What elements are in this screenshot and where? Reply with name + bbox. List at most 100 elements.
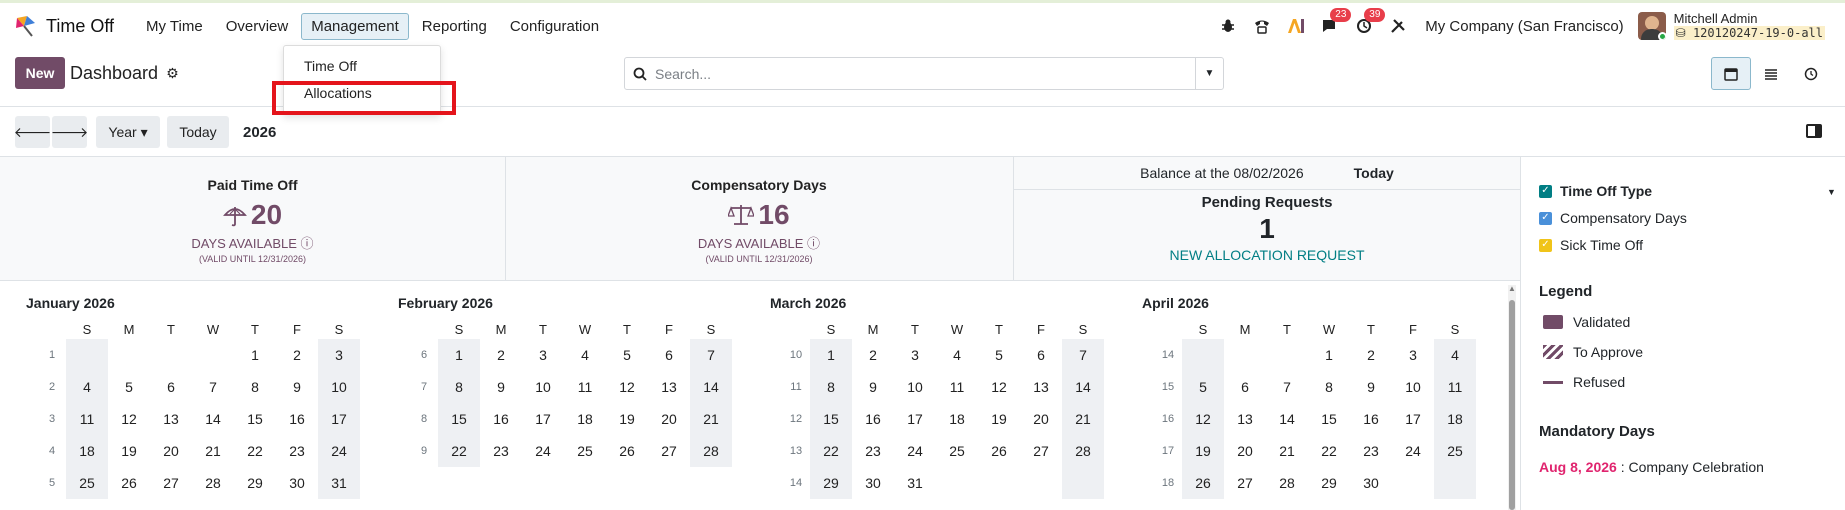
calendar-day[interactable]: 17 bbox=[522, 403, 564, 435]
calendar-day[interactable]: 20 bbox=[1020, 403, 1062, 435]
calendar-day[interactable]: 22 bbox=[1308, 435, 1350, 467]
calendar-day[interactable]: 15 bbox=[810, 403, 852, 435]
calendar-day[interactable]: 24 bbox=[1392, 435, 1434, 467]
calendar-day[interactable]: 19 bbox=[606, 403, 648, 435]
calendar-day[interactable]: 13 bbox=[648, 371, 690, 403]
calendar-view-button[interactable] bbox=[1711, 57, 1751, 90]
calendar-day[interactable]: 6 bbox=[1224, 371, 1266, 403]
calendar-day[interactable]: 21 bbox=[1062, 403, 1104, 435]
help-icon[interactable]: ⓘ bbox=[301, 236, 314, 251]
checkbox-checked-icon[interactable]: ✓ bbox=[1539, 184, 1552, 198]
calendar-day[interactable]: 9 bbox=[1350, 371, 1392, 403]
balance-today-button[interactable]: Today bbox=[1354, 165, 1394, 181]
calendar-day[interactable]: 12 bbox=[1182, 403, 1224, 435]
scale-dropdown[interactable]: Year ▾ bbox=[96, 116, 160, 148]
calendar-day[interactable]: 19 bbox=[108, 435, 150, 467]
calendar-day[interactable]: 27 bbox=[1020, 435, 1062, 467]
activity-view-button[interactable] bbox=[1791, 57, 1831, 90]
calendar-day[interactable]: 14 bbox=[1266, 403, 1308, 435]
calendar-day[interactable]: 8 bbox=[810, 371, 852, 403]
calendar-day[interactable]: 15 bbox=[1308, 403, 1350, 435]
user-menu[interactable]: Mitchell Admin ⛁ 120120247-19-0-all bbox=[1673, 12, 1825, 40]
calendar-day[interactable]: 17 bbox=[894, 403, 936, 435]
help-icon[interactable]: ⓘ bbox=[807, 236, 820, 251]
calendar-day[interactable]: 7 bbox=[192, 371, 234, 403]
menu-management[interactable]: Management bbox=[301, 12, 409, 40]
calendar-day[interactable]: 18 bbox=[1434, 403, 1476, 435]
calendar-day[interactable]: 5 bbox=[606, 339, 648, 371]
calendar-day[interactable]: 6 bbox=[150, 371, 192, 403]
calendar-day[interactable]: 26 bbox=[978, 435, 1020, 467]
activities-clock-icon[interactable]: 39 bbox=[1353, 8, 1386, 37]
filter-sick-time-off[interactable]: ✓ Sick Time Off bbox=[1539, 237, 1643, 253]
previous-button[interactable]: 🡐 bbox=[14, 116, 51, 148]
calendar-day[interactable]: 4 bbox=[1434, 339, 1476, 371]
calendar-day[interactable]: 6 bbox=[1020, 339, 1062, 371]
calendar-day[interactable]: 23 bbox=[480, 435, 522, 467]
calendar-day[interactable]: 13 bbox=[1224, 403, 1266, 435]
calendar-day[interactable]: 28 bbox=[192, 467, 234, 499]
calendar-day[interactable]: 20 bbox=[648, 403, 690, 435]
calendar-day[interactable]: 20 bbox=[1224, 435, 1266, 467]
checkbox-checked-icon[interactable]: ✓ bbox=[1539, 211, 1552, 225]
calendar-day[interactable]: 1 bbox=[234, 339, 276, 371]
dropdown-item-time-off[interactable]: Time Off bbox=[304, 58, 357, 74]
calendar-day[interactable]: 25 bbox=[1434, 435, 1476, 467]
calendar-day[interactable]: 3 bbox=[1392, 339, 1434, 371]
messages-chat-icon[interactable]: 23 bbox=[1319, 8, 1352, 37]
new-allocation-request-link[interactable]: NEW ALLOCATION REQUEST bbox=[1014, 247, 1520, 263]
filter-time-off-type[interactable]: ✓ Time Off Type bbox=[1539, 183, 1652, 199]
calendar-day[interactable]: 18 bbox=[564, 403, 606, 435]
user-avatar[interactable] bbox=[1637, 12, 1666, 40]
calendar-day[interactable]: 12 bbox=[606, 371, 648, 403]
calendar-day[interactable]: 30 bbox=[1350, 467, 1392, 499]
ai-icon[interactable] bbox=[1285, 15, 1307, 37]
calendar-day[interactable]: 11 bbox=[1434, 371, 1476, 403]
calendar-day[interactable]: 29 bbox=[1308, 467, 1350, 499]
calendar-day[interactable]: 1 bbox=[438, 339, 480, 371]
menu-configuration[interactable]: Configuration bbox=[500, 13, 609, 40]
calendar-day[interactable]: 31 bbox=[318, 467, 360, 499]
calendar-day[interactable]: 26 bbox=[606, 435, 648, 467]
calendar-day[interactable]: 29 bbox=[234, 467, 276, 499]
calendar-day[interactable]: 21 bbox=[192, 435, 234, 467]
today-button[interactable]: Today bbox=[167, 116, 229, 148]
debug-bug-icon[interactable] bbox=[1217, 15, 1239, 37]
calendar-day[interactable]: 1 bbox=[810, 339, 852, 371]
calendar-day[interactable]: 2 bbox=[852, 339, 894, 371]
calendar-day[interactable]: 12 bbox=[978, 371, 1020, 403]
calendar-day[interactable]: 6 bbox=[648, 339, 690, 371]
calendar-day[interactable]: 10 bbox=[522, 371, 564, 403]
calendar-day[interactable]: 16 bbox=[276, 403, 318, 435]
calendar-day[interactable]: 27 bbox=[1224, 467, 1266, 499]
calendar-day[interactable]: 1 bbox=[1308, 339, 1350, 371]
calendar-day[interactable]: 4 bbox=[564, 339, 606, 371]
calendar-day[interactable]: 23 bbox=[852, 435, 894, 467]
calendar-day[interactable]: 2 bbox=[1350, 339, 1392, 371]
calendar-day[interactable]: 24 bbox=[318, 435, 360, 467]
calendar-day[interactable]: 21 bbox=[690, 403, 732, 435]
calendar-day[interactable]: 10 bbox=[894, 371, 936, 403]
phone-icon[interactable] bbox=[1251, 15, 1273, 37]
calendar-day[interactable]: 17 bbox=[1392, 403, 1434, 435]
calendar-day[interactable]: 22 bbox=[234, 435, 276, 467]
calendar-day[interactable]: 15 bbox=[234, 403, 276, 435]
tools-icon[interactable] bbox=[1387, 15, 1409, 37]
calendar-day[interactable]: 28 bbox=[690, 435, 732, 467]
calendar-day[interactable]: 27 bbox=[648, 435, 690, 467]
calendar-day[interactable]: 7 bbox=[1062, 339, 1104, 371]
calendar-day[interactable]: 9 bbox=[480, 371, 522, 403]
calendar-day[interactable]: 24 bbox=[894, 435, 936, 467]
calendar-day[interactable]: 13 bbox=[150, 403, 192, 435]
calendar-day[interactable]: 10 bbox=[1392, 371, 1434, 403]
search-input[interactable] bbox=[655, 59, 1195, 88]
calendar-day[interactable]: 25 bbox=[66, 467, 108, 499]
calendar-day[interactable]: 16 bbox=[852, 403, 894, 435]
calendar-day[interactable]: 4 bbox=[66, 371, 108, 403]
calendar-day[interactable]: 8 bbox=[234, 371, 276, 403]
calendar-day[interactable]: 22 bbox=[438, 435, 480, 467]
new-button[interactable]: New bbox=[15, 57, 65, 89]
calendar-day[interactable]: 8 bbox=[1308, 371, 1350, 403]
calendar-day[interactable]: 16 bbox=[480, 403, 522, 435]
calendar-day[interactable]: 20 bbox=[150, 435, 192, 467]
